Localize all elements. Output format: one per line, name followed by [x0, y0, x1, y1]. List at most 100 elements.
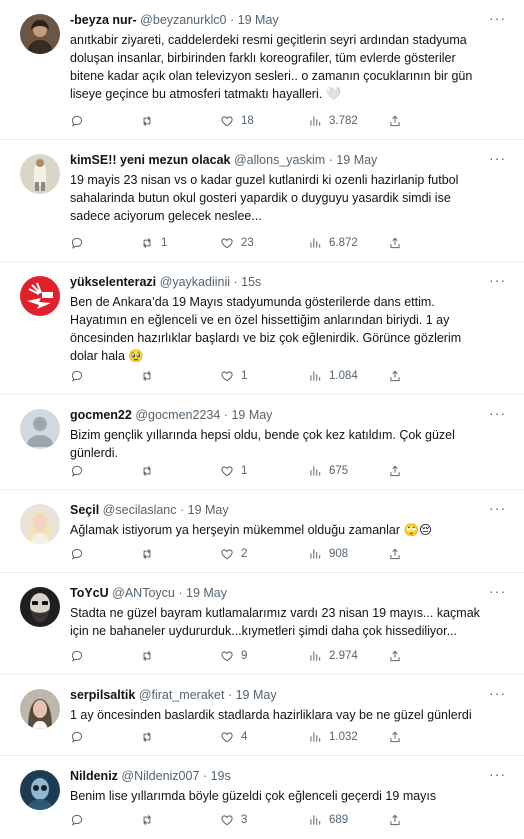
like-button[interactable]: 18: [220, 114, 308, 128]
tweet-4[interactable]: gocmen22 @gocmen2234 · 19 May ··· Bizim …: [0, 395, 524, 490]
retweet-button[interactable]: [140, 464, 220, 478]
like-button[interactable]: 4: [220, 730, 308, 744]
author-handle[interactable]: @firat_meraket: [139, 688, 225, 702]
reply-button[interactable]: [70, 464, 140, 478]
more-options-icon[interactable]: ···: [489, 405, 506, 421]
like-count: 23: [241, 237, 254, 249]
retweet-button[interactable]: [140, 649, 220, 663]
more-options-icon[interactable]: ···: [489, 10, 506, 26]
share-button[interactable]: [388, 236, 402, 250]
author-handle[interactable]: @secilaslanc: [103, 503, 177, 517]
tweet-actions: 18 3.782: [70, 107, 402, 135]
more-options-icon[interactable]: ···: [489, 150, 506, 166]
like-button[interactable]: 2: [220, 547, 308, 561]
views-button[interactable]: 689: [308, 813, 388, 827]
retweet-button[interactable]: [140, 369, 220, 383]
avatar[interactable]: [20, 504, 60, 544]
like-button[interactable]: 1: [220, 464, 308, 478]
views-button[interactable]: 2.974: [308, 649, 388, 663]
avatar[interactable]: [20, 154, 60, 194]
author-name[interactable]: kimSE!! yeni mezun olacak: [70, 153, 230, 167]
tweet-1[interactable]: -beyza nur- @beyzanurklc0 · 19 May ··· a…: [0, 0, 524, 140]
view-count: 908: [329, 548, 349, 560]
tweet-time[interactable]: 19s: [211, 769, 231, 783]
reply-button[interactable]: [70, 236, 140, 250]
views-button[interactable]: 1.032: [308, 730, 388, 744]
retweet-button[interactable]: 1: [140, 236, 220, 250]
views-button[interactable]: 3.782: [308, 114, 388, 128]
more-options-icon[interactable]: ···: [489, 685, 506, 701]
retweet-icon: [143, 650, 151, 662]
tweet-6[interactable]: ToYcU @ANToycu · 19 May ··· Stadta ne gü…: [0, 573, 524, 675]
avatar[interactable]: [20, 770, 60, 810]
reply-button[interactable]: [70, 547, 140, 561]
tweet-text: Ben de Ankara’da 19 Mayıs stadyumunda gö…: [70, 293, 510, 365]
share-button[interactable]: [388, 547, 402, 561]
like-button[interactable]: 1: [220, 369, 308, 383]
like-button[interactable]: 3: [220, 813, 308, 827]
views-button[interactable]: 1.084: [308, 369, 388, 383]
avatar[interactable]: [20, 409, 60, 449]
author-name[interactable]: ToYcU: [70, 586, 109, 600]
share-button[interactable]: [388, 369, 402, 383]
retweet-icon: [143, 731, 151, 743]
reply-button[interactable]: [70, 813, 140, 827]
tweet-header: gocmen22 @gocmen2234 · 19 May: [70, 407, 510, 424]
reply-button[interactable]: [70, 369, 140, 383]
retweet-button[interactable]: [140, 813, 220, 827]
more-options-icon[interactable]: ···: [489, 583, 506, 599]
tweet-time[interactable]: 19 May: [336, 153, 377, 167]
tweet-time[interactable]: 15s: [241, 275, 261, 289]
tweet-5[interactable]: Seçil @secilaslanc · 19 May ··· Ağlamak …: [0, 490, 524, 573]
views-button[interactable]: 908: [308, 547, 388, 561]
tweet-text-line: Bizim gençlik yıllarında hepsi oldu, ben…: [70, 428, 455, 442]
author-handle[interactable]: @beyzanurklc0: [140, 13, 226, 27]
tweet-7[interactable]: serpilsaltik @firat_meraket · 19 May ···…: [0, 675, 524, 756]
tweet-time[interactable]: 19 May: [231, 408, 272, 422]
more-options-icon[interactable]: ···: [489, 272, 506, 288]
reply-button[interactable]: [70, 114, 140, 128]
author-handle[interactable]: @yaykadiinii: [160, 275, 230, 289]
tweet-time[interactable]: 19 May: [188, 503, 229, 517]
tweet-text-line: Benim lise yıllarımda böyle güzeldi çok …: [70, 789, 437, 803]
tweet-time[interactable]: 19 May: [236, 688, 277, 702]
retweet-button[interactable]: [140, 730, 220, 744]
separator-dot: ·: [202, 769, 208, 783]
views-button[interactable]: 675: [308, 464, 388, 478]
like-button[interactable]: 9: [220, 649, 308, 663]
reply-button[interactable]: [70, 730, 140, 744]
author-name[interactable]: Seçil: [70, 503, 99, 517]
tweet-time[interactable]: 19 May: [238, 13, 279, 27]
share-button[interactable]: [388, 464, 402, 478]
tweet-3[interactable]: yükselenterazi @yaykadiinii · 15s ··· Be…: [0, 262, 524, 395]
author-name[interactable]: serpilsaltik: [70, 688, 135, 702]
bar-chart-icon: [310, 815, 321, 825]
tweet-time[interactable]: 19 May: [186, 586, 227, 600]
share-button[interactable]: [388, 813, 402, 827]
tweet-8[interactable]: Nildeniz @Nildeniz007 · 19s ··· Benim li…: [0, 756, 524, 839]
retweet-button[interactable]: [140, 547, 220, 561]
reply-icon: [71, 548, 83, 560]
more-options-icon[interactable]: ···: [489, 766, 506, 782]
author-handle[interactable]: @gocmen2234: [135, 408, 220, 422]
author-handle[interactable]: @allons_yaskim: [234, 153, 325, 167]
tweet-2[interactable]: kimSE!! yeni mezun olacak @allons_yaskim…: [0, 140, 524, 262]
avatar[interactable]: [20, 587, 60, 627]
author-handle[interactable]: @ANToycu: [112, 586, 175, 600]
more-options-icon[interactable]: ···: [489, 500, 506, 516]
reply-button[interactable]: [70, 649, 140, 663]
author-handle[interactable]: @Nildeniz007: [121, 769, 199, 783]
share-button[interactable]: [388, 730, 402, 744]
author-name[interactable]: Nildeniz: [70, 769, 118, 783]
share-button[interactable]: [388, 649, 402, 663]
author-name[interactable]: yükselenterazi: [70, 275, 156, 289]
avatar[interactable]: [20, 689, 60, 729]
avatar[interactable]: [20, 276, 60, 316]
views-button[interactable]: 6.872: [308, 236, 388, 250]
retweet-button[interactable]: [140, 114, 220, 128]
like-button[interactable]: 23: [220, 236, 308, 250]
avatar[interactable]: [20, 14, 60, 54]
share-button[interactable]: [388, 114, 402, 128]
author-name[interactable]: gocmen22: [70, 408, 132, 422]
author-name[interactable]: -beyza nur-: [70, 13, 137, 27]
